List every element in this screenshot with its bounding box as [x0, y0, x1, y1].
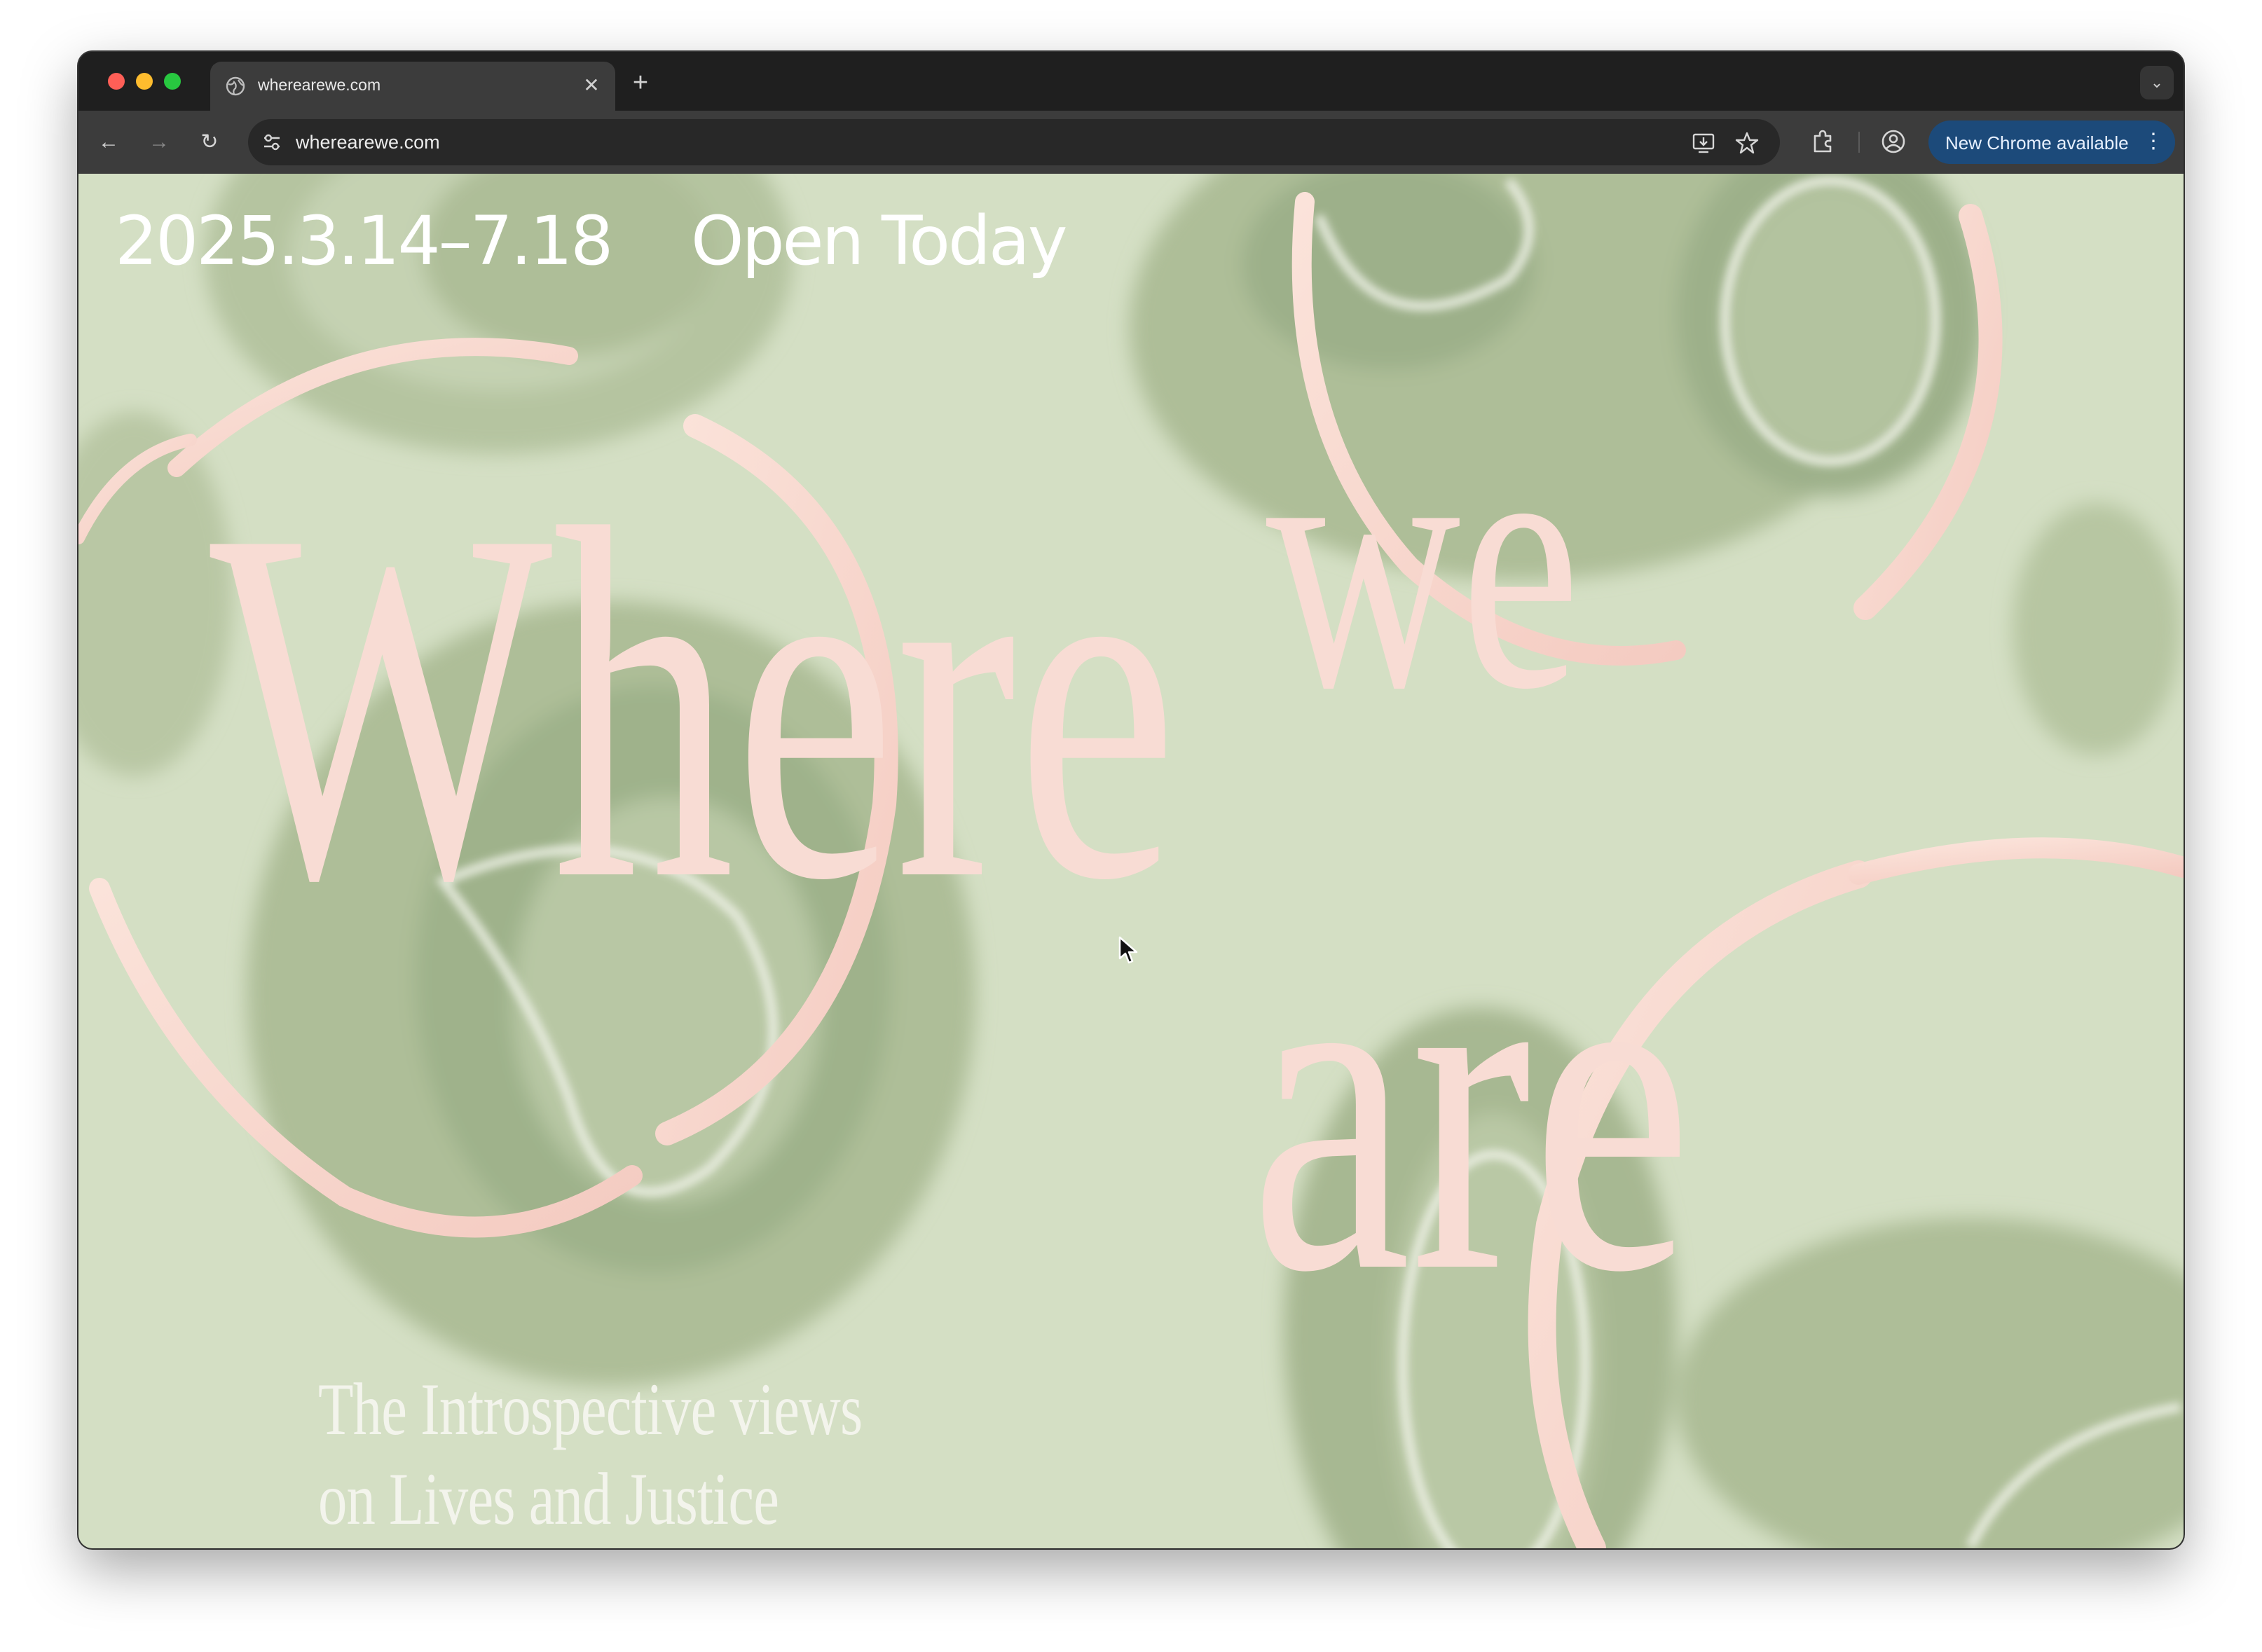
new-chrome-available-button[interactable]: New Chrome available ⋮ [1928, 121, 2175, 164]
date-range: 2025.3.14–7.18 [115, 202, 613, 280]
profile-avatar-icon[interactable] [1879, 128, 1907, 156]
site-settings-icon[interactable] [261, 131, 283, 153]
more-menu-icon[interactable]: ⋮ [2143, 129, 2164, 153]
install-app-icon[interactable] [1692, 131, 1715, 155]
browser-toolbar: ← → ↻ wherearewe.com New Chrome availabl… [78, 111, 2184, 174]
back-arrow-icon[interactable]: ← [92, 126, 125, 158]
update-label: New Chrome available [1945, 132, 2129, 153]
title-word-where: Where [210, 425, 1177, 984]
subtitle-line-2: on Lives and Justice [318, 1458, 779, 1540]
page-viewport: Where we are 2025.3.14–7.18 Open Today T… [78, 174, 2184, 1548]
tab-search-chevron-icon[interactable]: ⌄ [2140, 66, 2174, 99]
close-tab-icon[interactable]: ✕ [579, 73, 604, 98]
background-artwork: Where we are [78, 174, 2184, 1548]
maximize-window-button[interactable] [164, 73, 181, 90]
title-word-we: we [1266, 360, 1581, 764]
open-today-status[interactable]: Open Today [691, 202, 1068, 280]
globe-icon [226, 76, 245, 96]
new-tab-button[interactable]: + [625, 69, 656, 99]
tab-strip: wherearewe.com ✕ + ⌄ [78, 52, 2184, 111]
mouse-cursor-icon [1118, 936, 1138, 964]
url-text[interactable]: wherearewe.com [296, 132, 440, 153]
forward-arrow-icon[interactable]: → [143, 126, 175, 158]
reload-icon[interactable]: ↻ [193, 126, 226, 158]
browser-window: wherearewe.com ✕ + ⌄ ← → ↻ wherearewe.co… [78, 52, 2184, 1548]
toolbar-divider [1858, 132, 1860, 153]
tab-title: wherearewe.com [258, 76, 381, 94]
title-word-are: are [1250, 842, 1692, 1370]
close-window-button[interactable] [108, 73, 125, 90]
tab-wherearewe[interactable]: wherearewe.com ✕ [210, 62, 615, 111]
extensions-puzzle-icon[interactable] [1809, 128, 1837, 156]
exhibition-subtitle: The Introspective views on Lives and Jus… [318, 1365, 865, 1544]
subtitle-line-1: The Introspective views [318, 1368, 863, 1450]
minimize-window-button[interactable] [136, 73, 153, 90]
address-bar[interactable]: wherearewe.com [248, 119, 1780, 165]
bookmark-star-icon[interactable] [1735, 131, 1759, 155]
